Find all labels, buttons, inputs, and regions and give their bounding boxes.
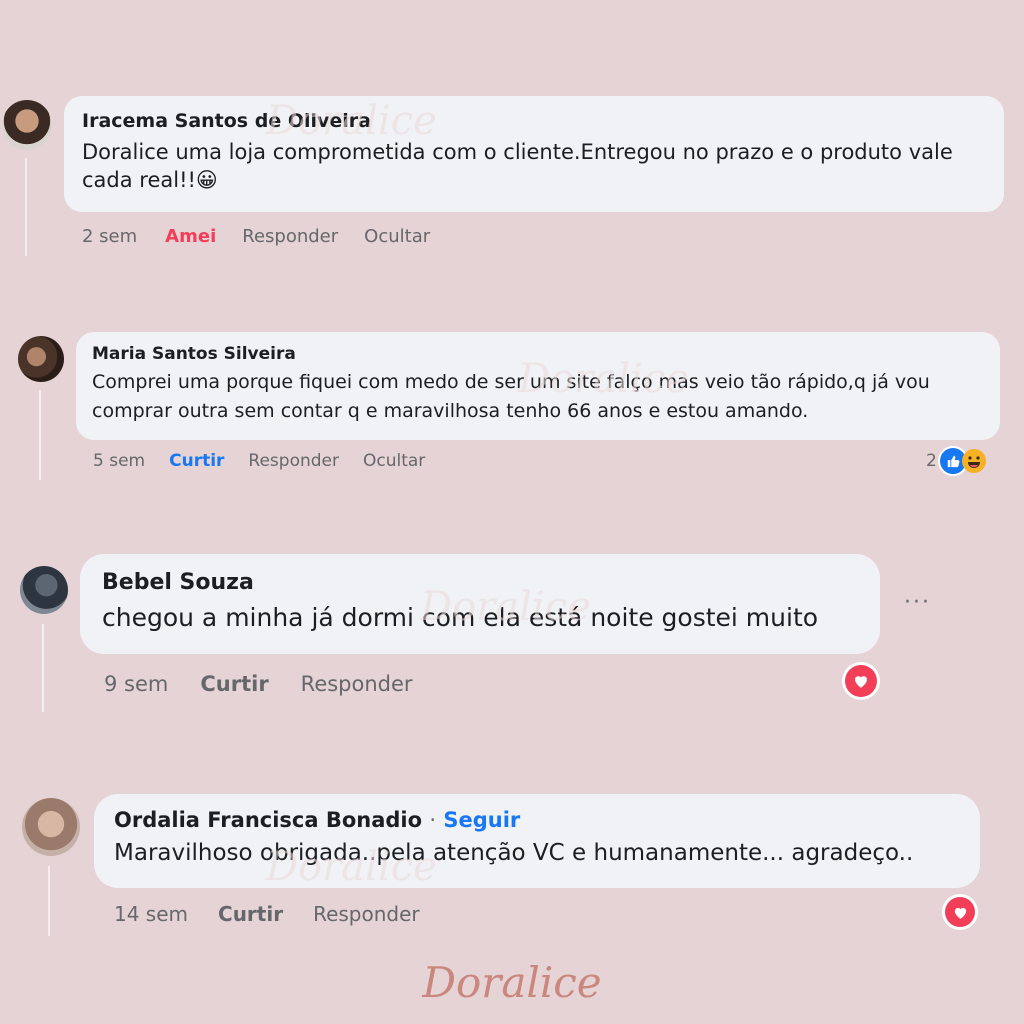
reply-button[interactable]: Responder xyxy=(301,672,413,696)
comment-text-line: comprar outra sem contar q e maravilhosa… xyxy=(92,399,809,422)
haha-reaction-icon xyxy=(961,449,986,473)
brand-logo: Doralice xyxy=(422,958,602,1007)
love-reaction-icon[interactable] xyxy=(942,894,978,930)
comment-text-wrap: Comprei uma porque fiquei com medo de se… xyxy=(92,368,984,425)
like-button[interactable]: Curtir xyxy=(218,902,283,926)
comment-author[interactable]: Ordalia Francisca Bonadio xyxy=(114,808,422,832)
hide-button[interactable]: Ocultar xyxy=(363,451,425,471)
avatar[interactable] xyxy=(20,566,68,614)
comment-time[interactable]: 14 sem xyxy=(114,902,188,926)
thread-line xyxy=(25,158,27,256)
comment-time[interactable]: 5 sem xyxy=(93,451,145,471)
comment-bubble: Iracema Santos de Oliveira Doralice uma … xyxy=(64,96,1004,212)
comment-actions: 5 sem Curtir Responder Ocultar xyxy=(93,451,425,471)
comment-author[interactable]: Iracema Santos de Oliveira xyxy=(82,110,986,132)
avatar[interactable] xyxy=(22,798,80,856)
comment-author[interactable]: Maria Santos Silveira xyxy=(92,344,984,364)
comment-actions: 2 sem Amei Responder Ocultar xyxy=(82,226,430,247)
thread-line xyxy=(42,624,44,712)
hide-button[interactable]: Ocultar xyxy=(364,226,430,247)
reaction-count: 2 xyxy=(926,451,937,471)
avatar[interactable] xyxy=(18,336,64,382)
like-action[interactable]: Curtir xyxy=(169,451,224,471)
comment-bubble: Maria Santos Silveira Comprei uma porque… xyxy=(76,332,1000,440)
thread-line xyxy=(39,390,41,480)
thread-line xyxy=(48,866,50,936)
comment-text-wrap: Doralice uma loja comprometida com o cli… xyxy=(82,138,986,195)
more-options-icon[interactable]: ··· xyxy=(904,590,931,615)
comment-text: Maravilhoso obrigada..pela atenção VC e … xyxy=(114,840,914,866)
comment-text-line: Comprei uma porque fiquei com medo de se… xyxy=(92,371,930,393)
follow-button[interactable]: Seguir xyxy=(443,808,520,832)
comment-author[interactable]: Bebel Souza xyxy=(102,570,858,595)
reply-button[interactable]: Responder xyxy=(248,451,339,471)
comment-bubble: Ordalia Francisca Bonadio · Seguir Marav… xyxy=(94,794,980,888)
comment-bubble: Bebel Souza chegou a minha já dormi com … xyxy=(80,554,880,654)
comment-actions: 9 sem Curtir Responder xyxy=(104,672,413,696)
avatar[interactable] xyxy=(2,100,52,150)
like-button[interactable]: Curtir xyxy=(200,672,268,696)
comment-time[interactable]: 2 sem xyxy=(82,226,137,247)
comment-text: chegou a minha já dormi com ela está noi… xyxy=(102,603,819,632)
reaction-summary[interactable]: 2 xyxy=(926,446,986,476)
separator-dot: · xyxy=(429,808,437,832)
love-action[interactable]: Amei xyxy=(165,226,216,247)
reply-button[interactable]: Responder xyxy=(242,226,338,247)
comment-actions: 14 sem Curtir Responder xyxy=(114,902,420,926)
grin-emoji-icon: 😀 xyxy=(195,168,218,193)
reply-button[interactable]: Responder xyxy=(313,902,420,926)
comment-author-row: Ordalia Francisca Bonadio · Seguir xyxy=(114,808,960,832)
love-reaction-icon[interactable] xyxy=(842,662,880,700)
comment-time[interactable]: 9 sem xyxy=(104,672,168,696)
